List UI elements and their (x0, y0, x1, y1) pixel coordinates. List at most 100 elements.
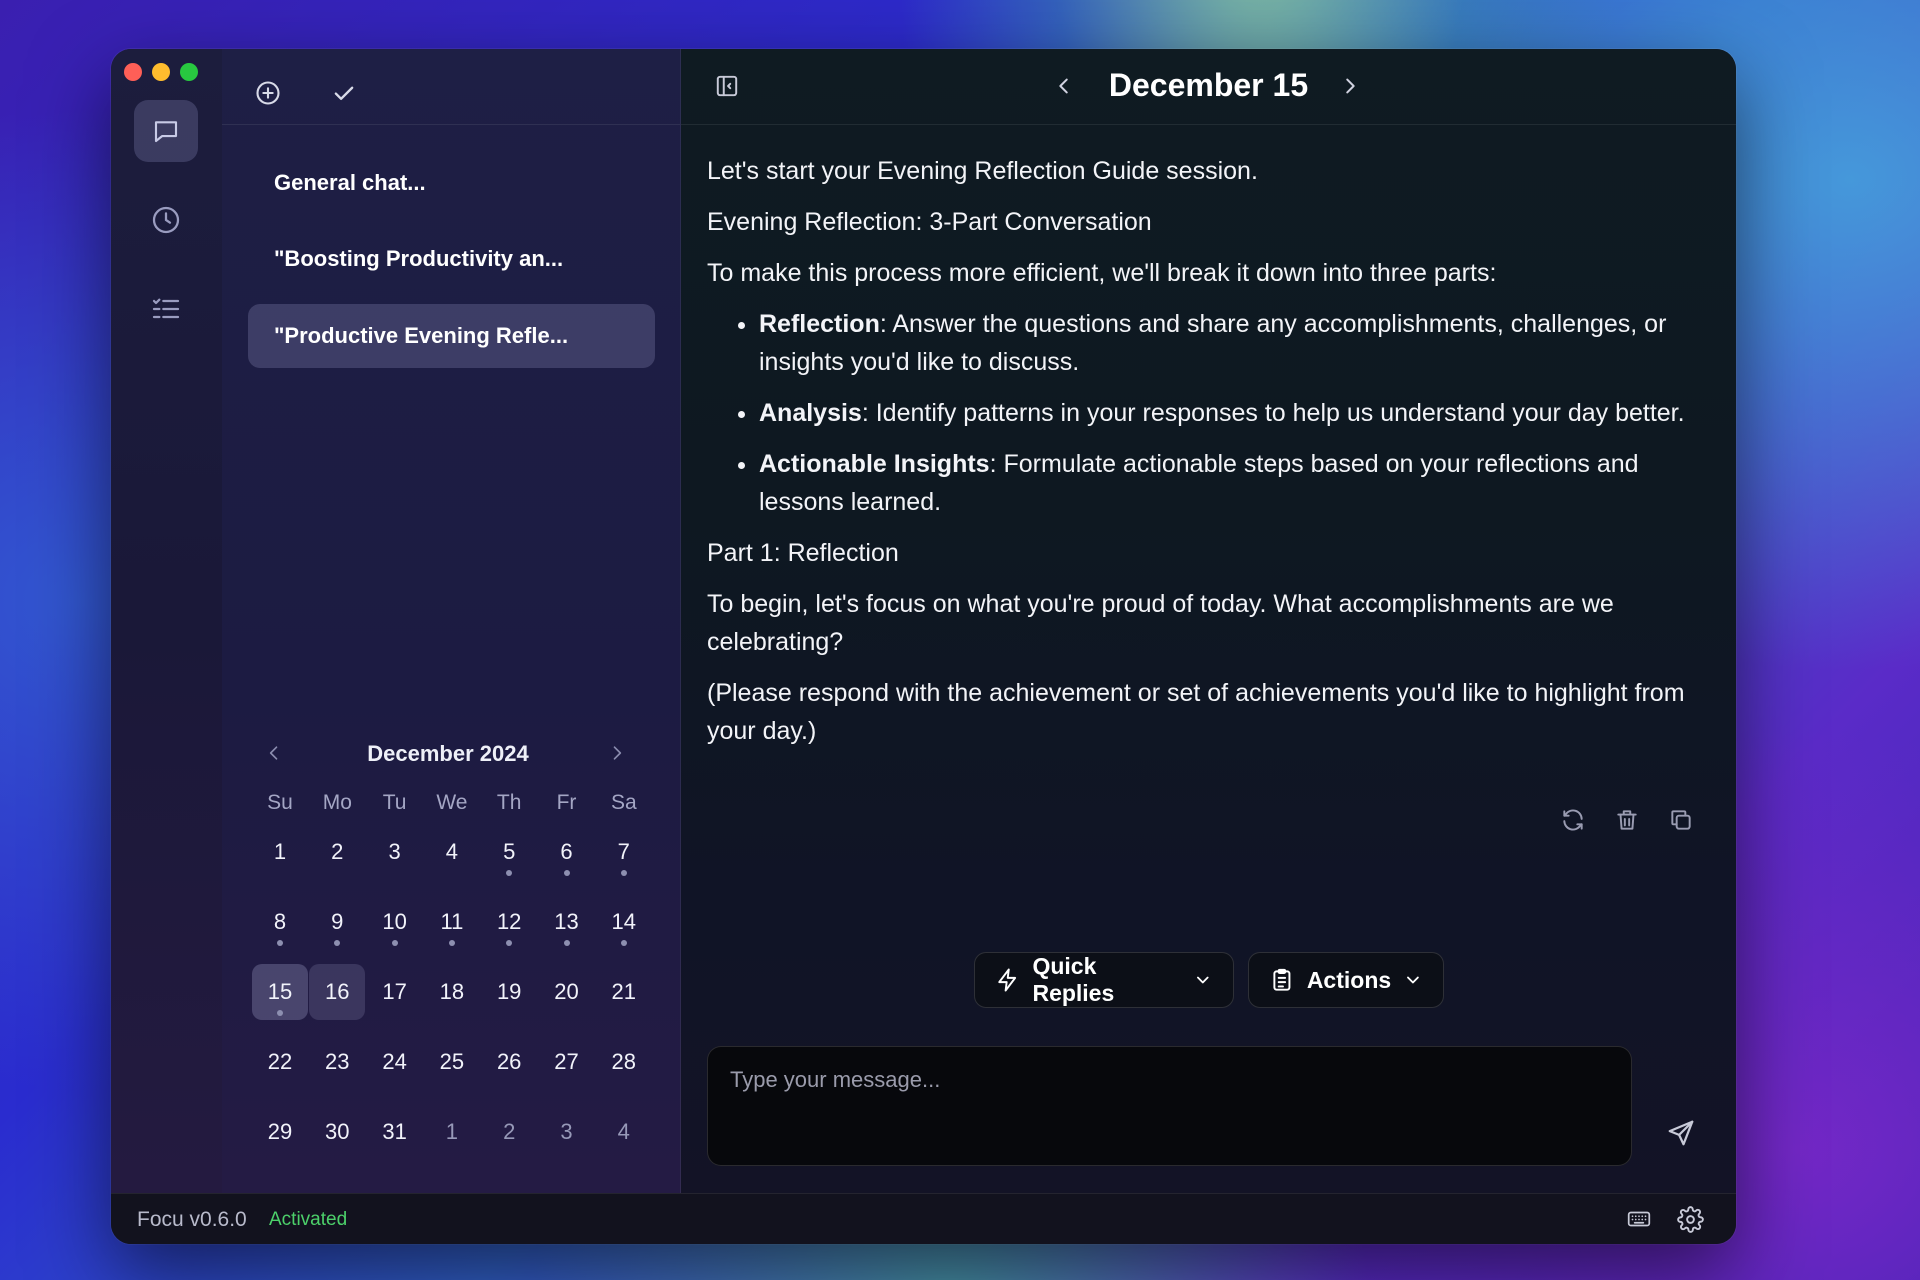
calendar-day-number: 2 (331, 839, 344, 864)
calendar-day[interactable]: 17 (367, 964, 423, 1020)
calendar-day[interactable]: 15 (252, 964, 308, 1020)
message-paragraph: To make this process more efficient, we'… (707, 259, 1497, 287)
calendar-day[interactable]: 13 (539, 894, 595, 950)
message-paragraph: Part 1: Reflection (707, 539, 899, 567)
nav-rail (111, 49, 223, 1193)
copy-message-button[interactable] (1668, 807, 1694, 838)
assistant-message: Let's start your Evening Reflection Guid… (707, 152, 1717, 763)
calendar-day[interactable]: 22 (252, 1034, 308, 1090)
calendar-day[interactable]: 20 (539, 964, 595, 1020)
trash-icon (1617, 810, 1637, 830)
calendar-day[interactable]: 30 (309, 1104, 365, 1160)
calendar-day-number: 4 (445, 839, 459, 864)
calendar-day[interactable]: 9 (309, 894, 365, 950)
entry-indicator-dot (448, 940, 455, 946)
calendar-day[interactable]: 10 (367, 894, 423, 950)
calendar-day[interactable]: 5 (481, 824, 537, 880)
calendar-day[interactable]: 28 (596, 1034, 652, 1090)
bullet-term: Analysis (759, 399, 862, 427)
chevron-right-icon (613, 746, 622, 760)
bullet-term: Actionable Insights (759, 450, 990, 478)
maximize-window-button[interactable] (180, 63, 198, 81)
calendar-day[interactable]: 4 (596, 1104, 652, 1160)
calendar-day[interactable]: 7 (596, 824, 652, 880)
calendar-day[interactable]: 1 (252, 824, 308, 880)
calendar-day-number: 31 (382, 1119, 407, 1144)
calendar-weekday-label: We (436, 791, 468, 814)
calendar-weekday-label: Th (496, 791, 522, 814)
rail-chat-button[interactable] (134, 100, 198, 162)
calendar-day[interactable]: 1 (424, 1104, 480, 1160)
calendar-day[interactable]: 24 (367, 1034, 423, 1090)
minimize-window-button[interactable] (152, 63, 170, 81)
actions-button[interactable]: Actions (1248, 952, 1444, 1008)
rail-tasks-button[interactable] (134, 278, 198, 340)
calendar-day[interactable]: 2 (309, 824, 365, 880)
close-window-button[interactable] (124, 63, 142, 81)
calendar-day-number: 8 (273, 909, 287, 934)
chat-list-item[interactable]: General chat... (248, 151, 655, 215)
calendar-weekday-label: Su (267, 791, 293, 814)
message-actions (1560, 807, 1694, 838)
calendar-day[interactable]: 21 (596, 964, 652, 1020)
checklist-icon (152, 298, 180, 319)
calendar-day[interactable]: 2 (481, 1104, 537, 1160)
chat-list-item-active[interactable]: "Productive Evening Refle... (248, 304, 655, 368)
quick-replies-button[interactable]: Quick Replies (974, 952, 1234, 1008)
message-paragraph: (Please respond with the achievement or … (707, 679, 1685, 745)
calendar-day[interactable]: 11 (424, 894, 480, 950)
window-controls (124, 63, 198, 81)
entry-indicator-dot (391, 940, 398, 946)
calendar-day[interactable]: 12 (481, 894, 537, 950)
calendar-day[interactable]: 23 (309, 1034, 365, 1090)
send-button[interactable] (1666, 1118, 1696, 1153)
calendar-day-number: 24 (382, 1049, 407, 1074)
checkmark-icon (334, 86, 354, 101)
current-date-title: December 15 (1108, 67, 1309, 103)
calendar-day[interactable]: 8 (252, 894, 308, 950)
activation-status: Activated (269, 1209, 348, 1230)
calendar-day-number: 2 (503, 1119, 516, 1144)
chat-bubble-icon (154, 121, 178, 143)
calendar-day-number: 9 (331, 909, 344, 934)
select-chats-button[interactable] (330, 79, 358, 112)
regenerate-button[interactable] (1560, 807, 1586, 838)
calendar-day[interactable]: 25 (424, 1034, 480, 1090)
calendar-day[interactable]: 4 (424, 824, 480, 880)
chevron-down-icon (1197, 976, 1209, 984)
settings-button[interactable] (1677, 1206, 1704, 1238)
calendar-day-number: 18 (439, 979, 465, 1004)
calendar-day[interactable]: 26 (481, 1034, 537, 1090)
calendar-day[interactable]: 27 (539, 1034, 595, 1090)
calendar-day-number: 3 (560, 1119, 573, 1144)
calendar-next-month-button[interactable] (599, 735, 635, 771)
calendar-day[interactable]: 14 (596, 894, 652, 950)
rail-history-button[interactable] (134, 189, 198, 251)
calendar-day-number: 15 (267, 979, 293, 1004)
calendar-day[interactable]: 29 (252, 1104, 308, 1160)
calendar-day[interactable]: 18 (424, 964, 480, 1020)
gear-icon (1677, 1206, 1704, 1233)
calendar-day[interactable]: 3 (539, 1104, 595, 1160)
message-input[interactable] (728, 1065, 1615, 1151)
calendar-day[interactable]: 16 (309, 964, 366, 1020)
calendar-day[interactable]: 19 (481, 964, 537, 1020)
keyboard-shortcuts-button[interactable] (1626, 1206, 1652, 1237)
calendar-day-number: 1 (273, 839, 287, 864)
entry-indicator-dot (506, 940, 513, 946)
copy-icon (1671, 810, 1691, 830)
next-day-button[interactable] (1339, 75, 1361, 102)
calendar-weekday-label: Sa (610, 791, 637, 814)
bullet-term: Reflection (759, 310, 880, 338)
chat-list-item[interactable]: "Boosting Productivity an... (248, 227, 655, 291)
send-icon (1668, 1120, 1694, 1146)
new-chat-button[interactable] (254, 79, 282, 112)
lightning-icon (998, 968, 1017, 992)
calendar-day[interactable]: 31 (367, 1104, 423, 1160)
message-bullet-list: Reflection: Answer the questions and sha… (707, 305, 1717, 521)
bullet-text: : Identify patterns in your responses to… (861, 399, 1685, 427)
calendar-day[interactable]: 3 (367, 824, 423, 880)
delete-message-button[interactable] (1614, 807, 1640, 838)
calendar-day-number: 12 (496, 909, 522, 934)
calendar-day[interactable]: 6 (539, 824, 595, 880)
